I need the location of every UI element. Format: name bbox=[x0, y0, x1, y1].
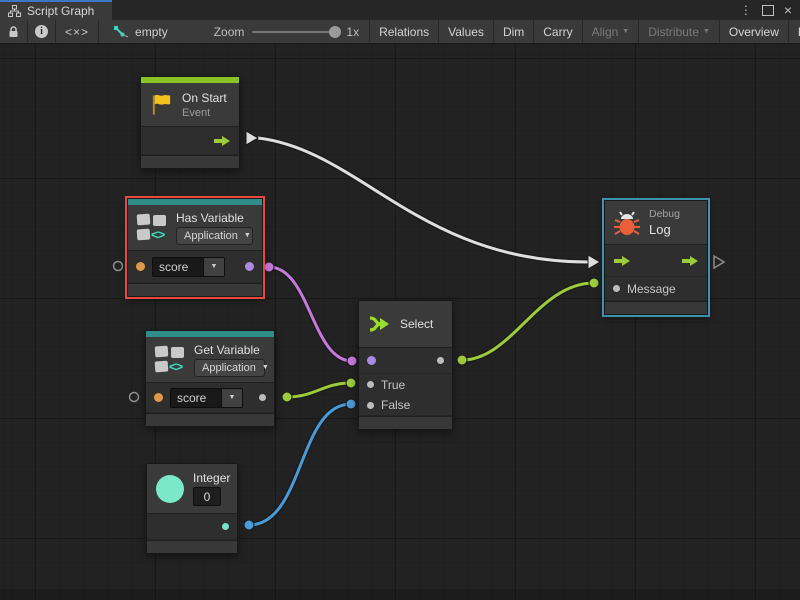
close-icon[interactable]: × bbox=[784, 3, 792, 17]
wire-getvariable-to-select-true[interactable] bbox=[282, 378, 356, 402]
value-output-port[interactable] bbox=[222, 523, 229, 530]
title-bar: Script Graph ⋮ × bbox=[0, 0, 800, 20]
node-footer bbox=[128, 283, 262, 296]
window-menu-icon[interactable]: ⋮ bbox=[740, 4, 752, 16]
graph-icon bbox=[8, 5, 21, 17]
node-title: Log bbox=[649, 222, 680, 237]
flow-output-port[interactable] bbox=[681, 255, 699, 267]
code-preview-button[interactable]: <×> bbox=[56, 20, 99, 43]
bug-icon bbox=[614, 210, 640, 236]
node-title: Integer bbox=[193, 471, 228, 485]
tab-title: Script Graph bbox=[27, 4, 94, 18]
fullscreen-button[interactable]: Full Screen bbox=[788, 20, 800, 43]
tab-script-graph[interactable]: Script Graph bbox=[0, 0, 112, 20]
variable-icon: <> bbox=[155, 346, 185, 373]
node-footer bbox=[141, 155, 239, 168]
canvas-bottom-shade bbox=[0, 589, 800, 600]
carry-button[interactable]: Carry bbox=[533, 20, 581, 43]
dim-button[interactable]: Dim bbox=[493, 20, 533, 43]
lock-button[interactable] bbox=[0, 20, 28, 43]
code-icon: <×> bbox=[65, 25, 89, 39]
wire-select-to-debuglog-message[interactable] bbox=[457, 278, 599, 365]
chevron-down-icon: ▼ bbox=[262, 364, 269, 371]
node-subtitle: Event bbox=[182, 107, 227, 119]
relations-button[interactable]: Relations bbox=[369, 20, 438, 43]
graph-canvas[interactable]: On Start Event <> Has Variable bbox=[0, 44, 800, 600]
zoom-value: 1x bbox=[346, 25, 359, 39]
name-input-port[interactable] bbox=[154, 393, 163, 402]
info-button[interactable]: i bbox=[28, 20, 56, 43]
false-input-port[interactable] bbox=[367, 402, 374, 409]
node-footer bbox=[147, 540, 237, 553]
node-footer bbox=[146, 413, 274, 426]
node-footer bbox=[359, 416, 452, 429]
zoom-slider-handle[interactable] bbox=[329, 26, 341, 38]
node-title: On Start bbox=[182, 91, 227, 105]
select-icon bbox=[368, 314, 391, 334]
variable-icon: <> bbox=[137, 214, 167, 241]
message-input-port[interactable] bbox=[613, 285, 620, 292]
variable-name-field[interactable]: score ▼ bbox=[152, 257, 225, 277]
variable-name-field[interactable]: score ▼ bbox=[170, 388, 243, 408]
node-supertitle: Debug bbox=[649, 208, 680, 220]
breadcrumb-label: empty bbox=[135, 25, 168, 39]
overview-button[interactable]: Overview bbox=[719, 20, 788, 43]
zoom-label: Zoom bbox=[214, 25, 245, 39]
wire-onstart-to-debuglog[interactable] bbox=[246, 131, 600, 269]
chevron-down-icon: ▼ bbox=[703, 28, 710, 35]
integer-icon bbox=[156, 475, 184, 503]
variable-picker-button[interactable]: ▼ bbox=[222, 388, 243, 408]
connection-icon bbox=[113, 25, 129, 38]
chevron-down-icon: ▼ bbox=[244, 232, 251, 239]
chevron-down-icon: ▼ bbox=[229, 394, 236, 401]
value-output-port[interactable] bbox=[259, 394, 266, 401]
port-label: Message bbox=[627, 282, 676, 296]
node-title: Select bbox=[400, 317, 433, 331]
unconnected-input-indicator[interactable] bbox=[114, 262, 123, 271]
graph-breadcrumb: empty bbox=[99, 20, 178, 43]
node-title: Has Variable bbox=[176, 211, 253, 225]
maximize-icon[interactable] bbox=[762, 5, 774, 16]
unconnected-input-indicator[interactable] bbox=[130, 393, 139, 402]
scope-dropdown[interactable]: Application ▼ bbox=[194, 359, 265, 377]
node-title: Get Variable bbox=[194, 343, 265, 357]
true-input-port[interactable] bbox=[367, 381, 374, 388]
node-select[interactable]: Select True False bbox=[358, 300, 453, 430]
node-debug-log[interactable]: Debug Log Message bbox=[604, 200, 708, 315]
condition-input-port[interactable] bbox=[367, 356, 376, 365]
chevron-down-icon: ▼ bbox=[211, 263, 218, 270]
unconnected-flow-output-indicator[interactable] bbox=[714, 256, 724, 268]
node-has-variable[interactable]: <> Has Variable Application ▼ score ▼ bbox=[127, 198, 263, 297]
graph-toolbar: i <×> empty Zoom 1x Relations Values Dim bbox=[0, 20, 800, 44]
name-input-port[interactable] bbox=[136, 262, 145, 271]
wire-hasvariable-to-select[interactable] bbox=[264, 262, 357, 366]
integer-value-field[interactable]: 0 bbox=[193, 487, 221, 506]
port-label: False bbox=[381, 398, 410, 412]
node-integer[interactable]: Integer 0 bbox=[146, 463, 238, 554]
values-button[interactable]: Values bbox=[438, 20, 493, 43]
chevron-down-icon: ▼ bbox=[622, 28, 629, 35]
script-graph-window: Script Graph ⋮ × i <×> bbox=[0, 0, 800, 600]
result-output-port[interactable] bbox=[437, 357, 444, 364]
lock-icon bbox=[7, 25, 20, 38]
distribute-button[interactable]: Distribute▼ bbox=[638, 20, 719, 43]
flow-output-port[interactable] bbox=[213, 135, 231, 147]
flow-input-port[interactable] bbox=[613, 255, 631, 267]
port-label: True bbox=[381, 378, 405, 392]
node-footer bbox=[605, 301, 707, 314]
scope-dropdown[interactable]: Application ▼ bbox=[176, 227, 253, 245]
info-icon: i bbox=[35, 25, 48, 38]
align-button[interactable]: Align▼ bbox=[582, 20, 639, 43]
flag-icon bbox=[150, 93, 173, 117]
result-output-port[interactable] bbox=[245, 262, 254, 271]
zoom-slider[interactable] bbox=[252, 31, 338, 33]
node-on-start[interactable]: On Start Event bbox=[140, 76, 240, 169]
node-get-variable[interactable]: <> Get Variable Application ▼ score ▼ bbox=[145, 330, 275, 427]
variable-picker-button[interactable]: ▼ bbox=[204, 257, 225, 277]
